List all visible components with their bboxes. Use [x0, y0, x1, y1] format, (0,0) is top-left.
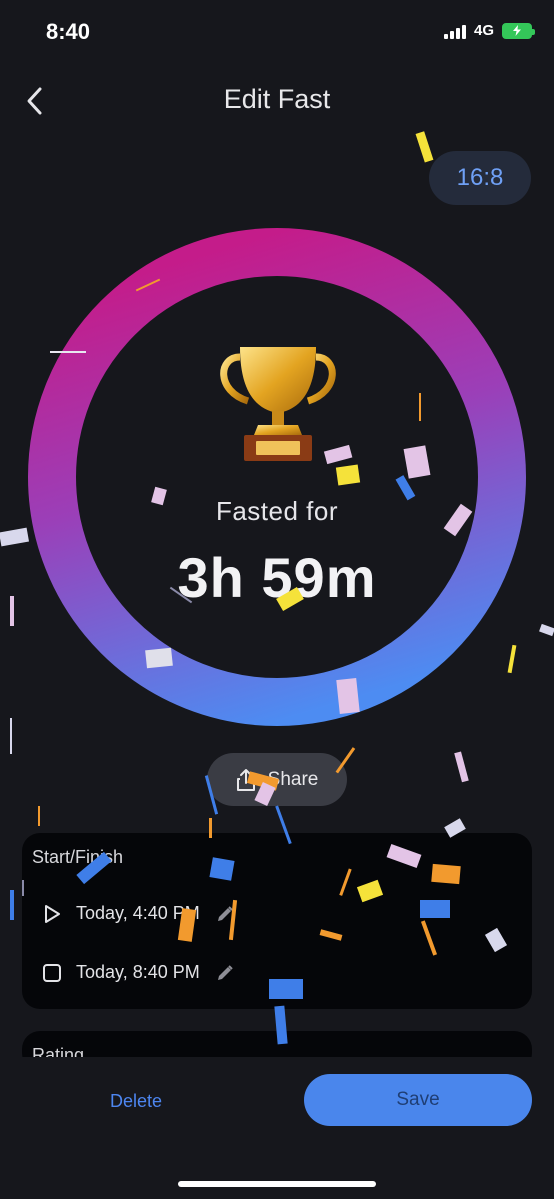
fasting-plan-chip[interactable]: 16:8 [429, 151, 531, 205]
pencil-icon[interactable] [216, 964, 234, 982]
page-title: Edit Fast [223, 84, 331, 114]
finish-time-row[interactable]: Today, 8:40 PM [42, 962, 234, 983]
finish-time-value: Today, 8:40 PM [76, 962, 200, 982]
network-type: 4G [473, 22, 494, 39]
status-indicators: 4G [443, 22, 535, 39]
back-button[interactable] [18, 84, 50, 118]
status-time: 8:40 [46, 19, 91, 44]
fasted-label: Fasted for [215, 496, 339, 526]
fasted-duration: 3h 59m [177, 546, 377, 609]
progress-ring [28, 228, 526, 726]
cellular-signal-icon [443, 23, 466, 39]
trophy-icon [220, 347, 336, 461]
start-time-value: Today, 4:40 PM [76, 903, 200, 923]
share-icon [236, 768, 255, 791]
pencil-icon[interactable] [216, 905, 234, 923]
play-icon [45, 904, 60, 923]
share-label: Share [267, 768, 319, 790]
delete-button[interactable]: Delete [70, 1080, 202, 1122]
start-time-row[interactable]: Today, 4:40 PM [42, 903, 234, 924]
share-button[interactable]: Share [207, 753, 347, 806]
home-indicator [178, 1181, 376, 1187]
save-button[interactable]: Save [304, 1074, 532, 1126]
battery-charging-icon [502, 22, 535, 39]
start-finish-title: Start/Finish [32, 847, 124, 867]
chevron-left-icon [27, 87, 42, 115]
stop-square-icon [43, 963, 61, 982]
